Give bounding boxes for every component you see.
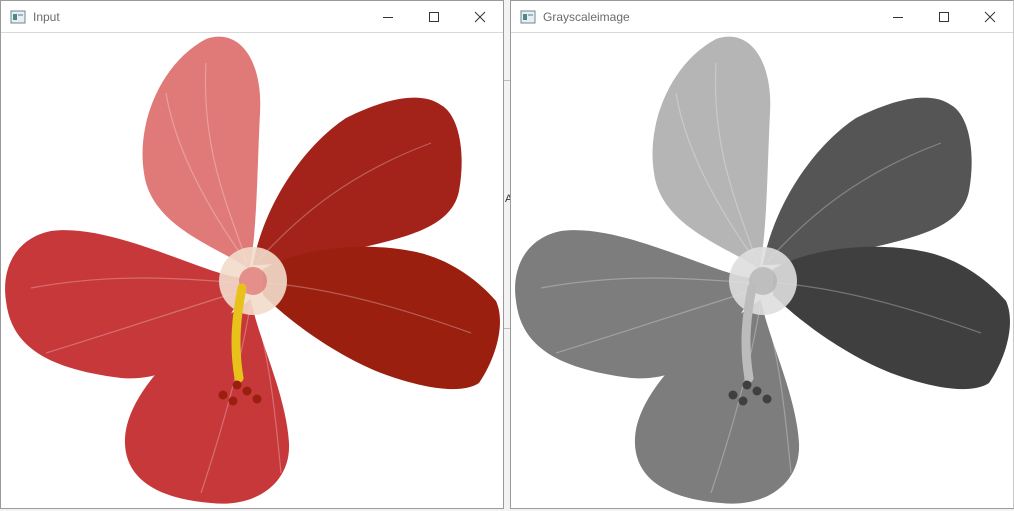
petal-top <box>652 36 771 270</box>
stigma-dot <box>228 396 238 406</box>
input-window[interactable]: Input <box>0 0 504 509</box>
stigma-dot <box>218 390 228 400</box>
petal-upper-right <box>253 97 462 265</box>
petal-top <box>142 36 261 270</box>
stigma-dot <box>738 396 748 406</box>
opencv-window-icon <box>520 10 536 23</box>
stigma-dot <box>252 394 262 404</box>
window-controls <box>875 1 1013 32</box>
window-title: Grayscaleimage <box>543 9 630 24</box>
close-icon <box>984 11 996 22</box>
maximize-button[interactable] <box>411 1 457 32</box>
stigma-dot <box>762 394 772 404</box>
minimize-button[interactable] <box>875 1 921 32</box>
close-icon <box>474 11 486 22</box>
stigma-dot <box>742 380 752 390</box>
maximize-icon <box>429 11 439 22</box>
minimize-button[interactable] <box>365 1 411 32</box>
title-bar[interactable]: Grayscaleimage <box>511 1 1013 33</box>
flower-group <box>515 36 1010 504</box>
close-button[interactable] <box>457 1 503 32</box>
petal-right <box>773 246 1010 390</box>
close-button[interactable] <box>967 1 1013 32</box>
flower-group <box>5 36 500 504</box>
stigma-dot <box>752 386 762 396</box>
grayscale-window[interactable]: Grayscaleimage <box>510 0 1014 509</box>
stigma-dot <box>728 390 738 400</box>
minimize-icon <box>383 16 393 18</box>
maximize-icon <box>939 11 949 22</box>
maximize-button[interactable] <box>921 1 967 32</box>
petal-upper-right <box>763 97 972 265</box>
stigma-dot <box>232 380 242 390</box>
stigma-dot <box>242 386 252 396</box>
desktop: Input A Grayscaleimage <box>0 0 1014 511</box>
image-canvas <box>1 33 503 508</box>
title-bar[interactable]: Input <box>1 1 503 33</box>
window-controls <box>365 1 503 32</box>
image-canvas <box>511 33 1013 508</box>
petal-right <box>263 246 500 390</box>
grayscale-hibiscus-flower <box>515 36 1010 504</box>
minimize-icon <box>893 16 903 18</box>
window-title: Input <box>33 9 60 24</box>
red-hibiscus-flower <box>5 36 500 504</box>
opencv-window-icon <box>10 10 26 23</box>
